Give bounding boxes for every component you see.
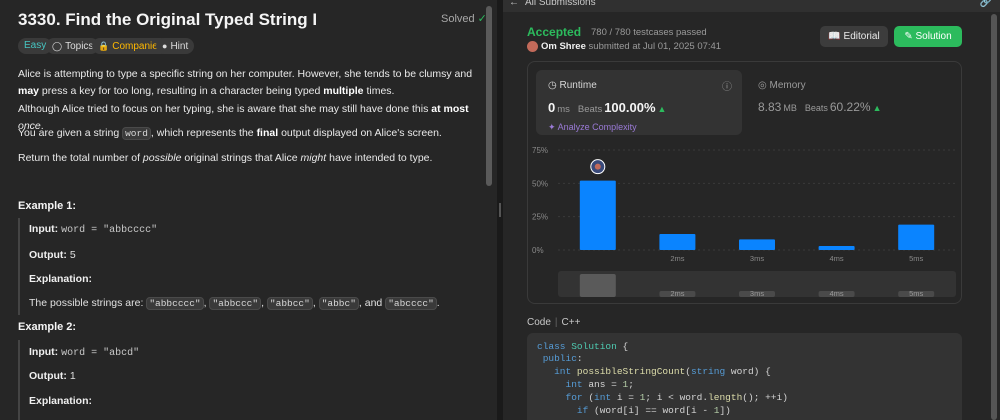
runtime-value: 0 ms Beats 100.00% ▲ [548,100,667,115]
y-tick-label: 50% [532,179,548,188]
flame-icon: ▲ [657,104,667,114]
runtime-box[interactable]: ◷ Runtime ⓘ 0 ms Beats 100.00% ▲ ✦ Analyze C… [536,70,742,135]
y-tick-label: 25% [532,213,548,222]
author-name[interactable]: Om Shree [541,41,586,52]
chart-bar [898,224,935,250]
example-1-input: Input: word = "abbcccc" [29,223,158,236]
solved-label: Solved [441,13,475,25]
solution-button[interactable]: ✎ Solution [894,26,962,47]
edit-icon: ✎ [904,31,913,42]
example-2-output: Output: 1 [29,370,76,382]
x-tick-label: 5ms [909,254,923,263]
example-2-bar [18,340,20,420]
info-icon[interactable]: ⓘ [722,78,732,93]
testcases-passed: 780 / 780 testcases passed [591,27,707,38]
chip-icon: ◎ [758,80,767,91]
submission-status: Accepted [527,25,582,39]
code-line-2: public: [542,353,583,364]
hint-tag[interactable]: ● Hint [156,38,195,54]
example-1-output: Output: 5 [29,249,76,261]
chart-bar [818,246,855,250]
overview-label: 3ms [750,289,764,298]
book-icon: 📖 [828,31,841,42]
problem-panel: 3330. Find the Original Typed String I S… [0,0,497,420]
x-tick-label: 3ms [750,254,764,263]
right-scrollbar[interactable] [991,14,997,420]
example-1-explanation-label: Explanation: [29,273,93,285]
arrow-left-icon: ← [509,0,519,8]
example-1-bar [18,218,20,315]
description-paragraph-4: Return the total number of possible orig… [18,152,433,164]
description-paragraph-3: You are given a string word, which repre… [18,127,442,140]
example-1-explanation: The possible strings are: "abbcccc", "ab… [29,297,440,310]
y-tick-label: 0% [532,246,544,255]
lightbulb-icon: ● [162,41,168,51]
x-tick-label: 4ms [830,254,844,263]
memory-label[interactable]: ◎ Memory [758,80,806,91]
example-2-input: Input: word = "abcd" [29,346,140,359]
runtime-label: ◷ Runtime [548,80,597,91]
divider-grip[interactable] [499,203,501,217]
y-tick-label: 75% [532,146,548,155]
avatar-dot [594,163,601,170]
code-line-1: class Solution { [537,341,629,352]
stats-card: ◷ Runtime ⓘ 0 ms Beats 100.00% ▲ ✦ Analyze C… [527,61,962,304]
chart-bar [659,234,696,250]
link-icon[interactable]: 🔗 [980,0,992,8]
editorial-button[interactable]: 📖 Editorial [820,26,888,47]
sparkle-icon: ✦ [548,122,556,132]
all-submissions-link[interactable]: ← All Submissions [509,0,596,8]
chart-bar [739,239,775,250]
code-language-label: Code | C++ [527,317,581,328]
lock-icon: 🔒 [98,41,110,51]
code-line-3: int possibleStringCount(string word) { [554,366,771,377]
solved-status: Solved ✓ [441,12,487,25]
avatar[interactable] [527,41,538,52]
left-scrollbar[interactable] [486,6,492,186]
memory-value: 8.83 MB Beats 60.22% ▲ [758,100,882,114]
chart-bar [579,180,616,250]
analyze-complexity-link[interactable]: ✦ Analyze Complexity [548,122,637,133]
code-line-4: int ans = 1; [565,379,634,390]
code-line-5: for (int i = 1; i < word.length(); ++i) [565,392,788,403]
description-paragraph-1: Alice is attempting to type a specific s… [18,68,473,97]
code-line-6: if (word[i] == word[i - 1]) [576,405,731,416]
author-line: Om Shree submitted at Jul 01, 2025 07:41 [541,41,722,52]
submission-header: ← All Submissions 🔗 [503,0,1000,12]
runtime-distribution-chart: 0% 25% 50% 75% 2ms 3ms 4ms 5ms 2ms 3ms 4ms 5ms [532,146,956,298]
overview-label: 5ms [909,289,923,298]
tag-icon: ◯ [52,41,63,51]
example-1-title: Example 1: [18,200,77,212]
overview-selected-bar [579,274,616,297]
example-2-explanation-label: Explanation: [29,395,93,407]
x-tick-label: 2ms [670,254,684,263]
flame-icon: ▲ [872,103,882,113]
problem-title: 3330. Find the Original Typed String I [18,10,318,29]
example-2-title: Example 2: [18,321,77,333]
code-block: class Solution { public: int possibleStr… [527,333,962,420]
overview-label: 2ms [670,289,684,298]
overview-label: 4ms [830,289,844,298]
submission-panel: ← All Submissions 🔗 Accepted 780 / 780 te… [503,0,1000,420]
clock-icon: ◷ [548,80,557,91]
